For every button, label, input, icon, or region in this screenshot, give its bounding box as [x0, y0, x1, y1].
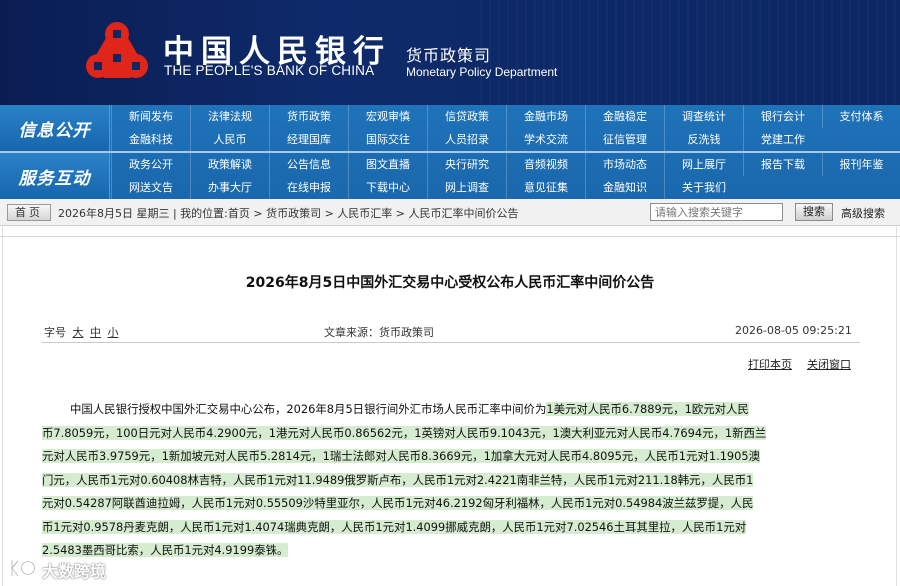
- paragraph-line: 币7.8059元，100日元对人民币4.2900元，1港元对人民币0.86562…: [42, 422, 852, 446]
- nav-item[interactable]: 银行会计: [743, 105, 822, 128]
- pboc-emblem-icon[interactable]: [82, 20, 152, 86]
- breadcrumb-bar: 首页 2026年8月5日 星期三 | 我的位置:首页 > 货币政策司 > 人民币…: [0, 199, 900, 226]
- nav-item[interactable]: 征信管理: [585, 128, 664, 151]
- nav-item[interactable]: 金融稳定: [585, 105, 664, 128]
- nav-item[interactable]: 金融市场: [506, 105, 585, 128]
- font-size-control: 字号 大 中 小: [44, 324, 119, 340]
- paragraph-line: 中国人民银行授权中国外汇交易中心公布，2026年8月5日银行间外汇市场人民币汇率…: [42, 398, 852, 422]
- nav-item[interactable]: 网上展厅: [664, 153, 743, 176]
- nav-item[interactable]: 图文直播: [348, 153, 427, 176]
- nav-item[interactable]: 调查统计: [664, 105, 743, 128]
- nav-item[interactable]: 人民币: [190, 128, 269, 151]
- nav-item[interactable]: 在线申报: [269, 176, 348, 199]
- search-input[interactable]: [650, 203, 783, 221]
- nav-item[interactable]: 下载中心: [348, 176, 427, 199]
- font-medium-link[interactable]: 中: [90, 326, 101, 339]
- highlighted-text: 1美元对人民币6.7889元，1欧元对人民: [546, 402, 749, 416]
- paragraph-line: 2.5483墨西哥比索，人民币1元对4.9199泰铢。: [42, 539, 852, 563]
- highlighted-text: 币7.8059元，100日元对人民币4.2900元，1港元对人民币0.86562…: [42, 425, 767, 440]
- nav-item[interactable]: 音频视频: [506, 153, 585, 176]
- nav-item[interactable]: 办事大厅: [190, 176, 269, 199]
- watermark: 大数跨境: [8, 556, 128, 582]
- article-body: 中国人民银行授权中国外汇交易中心公布，2026年8月5日银行间外汇市场人民币汇率…: [42, 398, 852, 563]
- nav-item[interactable]: 市场动态: [585, 153, 664, 176]
- article-source: 文章来源：货币政策司: [324, 326, 434, 339]
- nav-item[interactable]: 法律法规: [190, 105, 269, 128]
- nav-item[interactable]: 人员招录: [427, 128, 506, 151]
- nav-category-service-interaction[interactable]: 服务互动: [0, 153, 110, 199]
- nav-item[interactable]: 网送文告: [111, 176, 190, 199]
- nav-item[interactable]: 网上调查: [427, 176, 506, 199]
- font-large-link[interactable]: 大: [73, 326, 84, 339]
- highlighted-text: 币1元对0.9578丹麦克朗，人民币1元对1.4074瑞典克朗，人民币1元对1.…: [42, 519, 747, 534]
- nav-item[interactable]: 学术交流: [506, 128, 585, 151]
- paragraph-line: 门元，人民币1元对0.60408林吉特，人民币1元对11.9489俄罗斯卢布，人…: [42, 469, 852, 493]
- meta-divider: [42, 342, 860, 343]
- advanced-search-link[interactable]: 高级搜索: [841, 205, 885, 221]
- search-button[interactable]: 搜索: [795, 203, 833, 221]
- main-navigation: 信息公开 服务互动 新闻发布 法律法规 货币政策 宏观审慎 信贷政策 金融市场 …: [0, 105, 900, 199]
- nav-item[interactable]: 公告信息: [269, 153, 348, 176]
- font-small-link[interactable]: 小: [108, 326, 119, 339]
- watermark-text: 大数跨境: [42, 562, 107, 581]
- article-date: 2026-08-05 09:25:21: [735, 324, 852, 337]
- site-header: 中国人民银行 THE PEOPLE'S BANK OF CHINA 货币政策司 …: [0, 0, 900, 105]
- nav-item[interactable]: 意见征集: [506, 176, 585, 199]
- nav-item[interactable]: 宏观审慎: [348, 105, 427, 128]
- paragraph-line: 元对人民币3.9759元，1新加坡元对人民币5.2814元，1瑞士法郎对人民币8…: [42, 445, 852, 469]
- nav-category-info-disclosure[interactable]: 信息公开: [0, 105, 110, 151]
- nav-item[interactable]: 经理国库: [269, 128, 348, 151]
- nav-item[interactable]: 政务公开: [111, 153, 190, 176]
- text-segment: 中国人民银行授权中国外汇交易中心公布，2026年8月5日银行间外汇市场人民币汇率…: [70, 402, 547, 416]
- nav-item[interactable]: 国际交往: [348, 128, 427, 151]
- highlighted-text: 门元，人民币1元对0.60408林吉特，人民币1元对11.9489俄罗斯卢布，人…: [42, 472, 754, 487]
- nav-item[interactable]: 关于我们: [664, 176, 743, 199]
- nav-item[interactable]: 政策解读: [190, 153, 269, 176]
- nav-item[interactable]: 反洗钱: [664, 128, 743, 151]
- nav-item[interactable]: 报告下载: [743, 153, 822, 176]
- nav-item[interactable]: 信贷政策: [427, 105, 506, 128]
- watermark-logo-icon: [10, 558, 36, 578]
- highlighted-text: 元对人民币3.9759元，1新加坡元对人民币5.2814元，1瑞士法郎对人民币8…: [42, 449, 761, 463]
- font-size-label: 字号: [44, 326, 66, 339]
- article-title: 2026年8月5日中国外汇交易中心受权公布人民币汇率中间价公告: [245, 275, 655, 291]
- department-name-chinese: 货币政策司: [406, 46, 492, 65]
- highlighted-text: 2.5483墨西哥比索，人民币1元对4.9199泰铢。: [42, 543, 289, 557]
- close-window-link[interactable]: 关闭窗口: [807, 356, 851, 372]
- nav-item[interactable]: 报刊年鉴: [822, 153, 900, 176]
- nav-item[interactable]: 金融科技: [111, 128, 190, 151]
- print-page-link[interactable]: 打印本页: [748, 356, 792, 372]
- department-name-english: Monetary Policy Department: [406, 65, 558, 79]
- nav-item[interactable]: 新闻发布: [111, 105, 190, 128]
- paragraph-line: 币1元对0.9578丹麦克朗，人民币1元对1.4074瑞典克朗，人民币1元对1.…: [42, 516, 852, 540]
- nav-item[interactable]: 金融知识: [585, 176, 664, 199]
- nav-item[interactable]: 货币政策: [269, 105, 348, 128]
- nav-item[interactable]: 支付体系: [822, 105, 900, 128]
- home-button[interactable]: 首页: [7, 204, 51, 221]
- nav-group-service: 政务公开 政策解读 公告信息 图文直播 央行研究 音频视频 市场动态 网上展厅 …: [111, 153, 900, 199]
- breadcrumb[interactable]: 2026年8月5日 星期三 | 我的位置:首页 > 货币政策司 > 人民币汇率 …: [58, 205, 519, 221]
- bank-name-english[interactable]: THE PEOPLE'S BANK OF CHINA: [164, 63, 374, 78]
- nav-item[interactable]: 党建工作: [743, 128, 822, 151]
- highlighted-text: 元对0.54287阿联酋迪拉姆，人民币1元对0.55509沙特里亚尔，人民币1元…: [42, 496, 754, 510]
- paragraph-line: 元对0.54287阿联酋迪拉姆，人民币1元对0.55509沙特里亚尔，人民币1元…: [42, 492, 852, 516]
- nav-item[interactable]: 央行研究: [427, 153, 506, 176]
- nav-group-info: 新闻发布 法律法规 货币政策 宏观审慎 信贷政策 金融市场 金融稳定 调查统计 …: [111, 105, 900, 151]
